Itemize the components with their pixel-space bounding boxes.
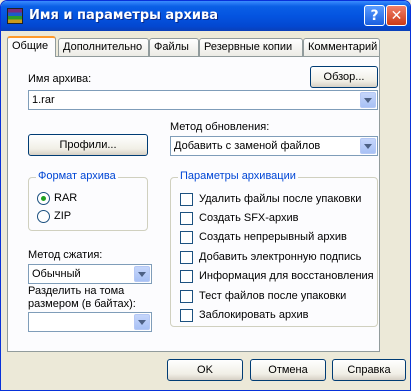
format-zip-label[interactable]: ZIP [54,210,71,222]
archive-name-value: 1.rar [32,94,55,106]
checkbox[interactable] [180,270,193,283]
tab-files[interactable]: Файлы [149,38,199,56]
tab-comment[interactable]: Комментарий [303,38,380,56]
update-method-select[interactable]: Добавить с заменой файлов [170,136,378,156]
ok-button[interactable]: OK [167,359,243,381]
radio-selected-dot [41,196,46,201]
compression-method-select[interactable]: Обычный [28,264,152,284]
compression-method-value: Обычный [32,268,81,280]
window-title: Имя и параметры архива [29,8,218,23]
checkbox[interactable] [180,290,193,303]
option-label[interactable]: Информация для восстановления [199,270,374,282]
archive-name-combo[interactable]: 1.rar [28,90,378,110]
split-volume-size-combo[interactable] [28,312,152,332]
checkbox[interactable] [180,309,193,322]
format-rar-label[interactable]: RAR [54,192,77,204]
help-title-button[interactable]: ? [364,5,385,26]
option-label[interactable]: Тест файлов после упаковки [199,290,346,302]
format-zip-radio[interactable] [37,210,50,223]
tab-backups[interactable]: Резервные копии [199,38,303,56]
archive-format-group: Формат архива RAR ZIP [28,170,148,231]
chevron-down-icon[interactable] [360,138,376,154]
general-tab-panel: Имя архива: Обзор... 1.rar Профили... Ме… [7,56,380,352]
split-volumes-label-2: размером (в байтах): [28,298,136,310]
tab-advanced[interactable]: Дополнительно [58,38,149,56]
chevron-down-icon[interactable] [134,266,150,282]
winrar-app-icon [7,8,23,24]
title-bar[interactable]: Имя и параметры архива ? ✕ [1,1,410,31]
checkbox[interactable] [180,212,193,225]
checkbox[interactable] [180,251,193,264]
archive-dialog: Имя и параметры архива ? ✕ Общие Дополни… [0,0,411,391]
option-label[interactable]: Создать непрерывный архив [199,231,347,243]
option-label[interactable]: Удалить файлы после упаковки [199,193,361,205]
format-rar-radio[interactable] [37,192,50,205]
archive-params-title: Параметры архивации [178,170,298,182]
option-label[interactable]: Заблокировать архив [199,309,308,321]
update-method-label: Метод обновления: [170,121,270,133]
archive-name-label: Имя архива: [28,73,92,85]
archive-format-title: Формат архива [36,170,118,182]
checkbox[interactable] [180,231,193,244]
compression-method-label: Метод сжатия: [28,249,103,261]
profiles-button[interactable]: Профили... [28,134,148,156]
option-label[interactable]: Создать SFX-архив [199,212,299,224]
chevron-down-icon[interactable] [134,314,150,330]
help-button[interactable]: Справка [332,359,406,381]
option-label[interactable]: Добавить электронную подпись [199,251,361,263]
update-method-value: Добавить с заменой файлов [174,140,321,152]
chevron-down-icon[interactable] [360,92,376,108]
browse-button[interactable]: Обзор... [310,66,378,88]
cancel-button[interactable]: Отмена [250,359,326,381]
split-volumes-label: Разделить на тома [28,285,125,297]
checkbox[interactable] [180,193,193,206]
tab-general[interactable]: Общие [7,36,56,57]
close-icon[interactable]: ✕ [386,5,407,26]
